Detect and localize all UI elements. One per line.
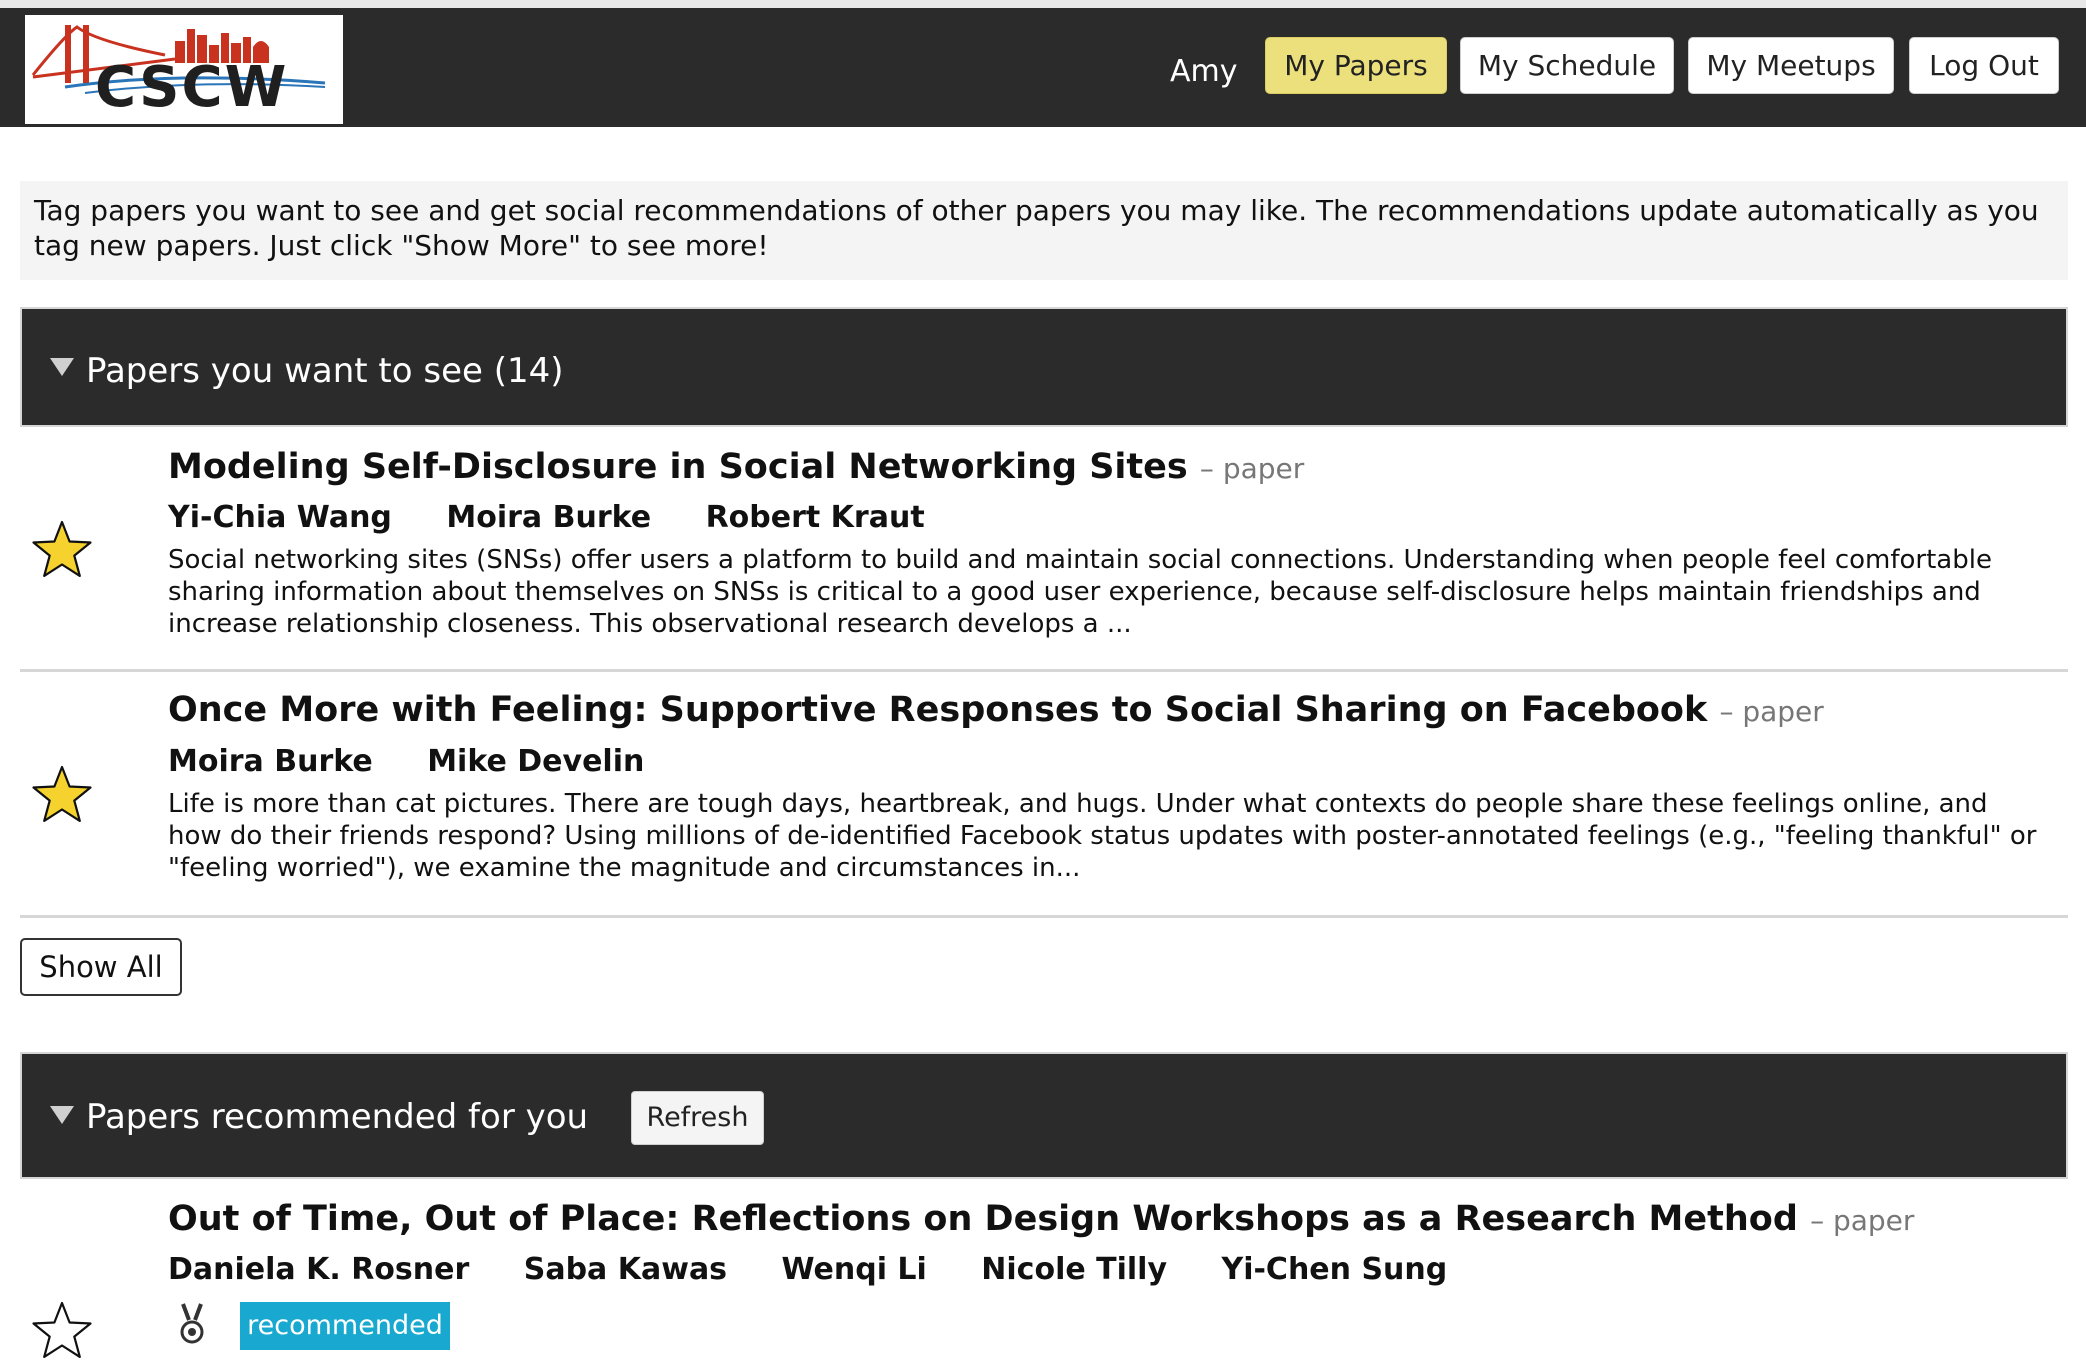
- browser-top-strip: [0, 0, 2086, 8]
- want-to-see-section-header[interactable]: Papers you want to see (14): [20, 307, 2068, 427]
- cscw-logo[interactable]: CSCW: [25, 15, 343, 124]
- author-name[interactable]: Mike Develin: [427, 742, 644, 782]
- author-name[interactable]: Robert Kraut: [706, 498, 925, 538]
- author-name[interactable]: Yi-Chen Sung: [1221, 1250, 1447, 1290]
- logo-text: CSCW: [95, 55, 289, 120]
- author-name[interactable]: Moira Burke: [168, 742, 373, 782]
- current-user-name[interactable]: Amy: [1170, 48, 1250, 96]
- author-name[interactable]: Daniela K. Rosner: [168, 1250, 469, 1290]
- star-outline-icon[interactable]: [30, 1299, 94, 1363]
- triangle-down-icon[interactable]: [50, 1106, 74, 1124]
- recommended-badge: recommended: [240, 1302, 450, 1350]
- site-header: CSCW Amy My Papers My Schedule My Meetup…: [0, 8, 2086, 127]
- paper-title-text[interactable]: Modeling Self-Disclosure in Social Netwo…: [168, 447, 1188, 487]
- paper-title[interactable]: Modeling Self-Disclosure in Social Netwo…: [168, 445, 1304, 491]
- author-name[interactable]: Wenqi Li: [782, 1250, 927, 1290]
- paper-abstract: Life is more than cat pictures. There ar…: [168, 789, 2037, 883]
- recommended-section-header[interactable]: Papers recommended for you Refresh: [20, 1052, 2068, 1179]
- paper-type-label: – paper: [1199, 452, 1305, 485]
- paper-card: Modeling Self-Disclosure in Social Netwo…: [20, 430, 2068, 672]
- nav-my-papers-button[interactable]: My Papers: [1265, 37, 1447, 94]
- star-filled-icon[interactable]: [30, 518, 94, 582]
- paper-title[interactable]: Once More with Feeling: Supportive Respo…: [168, 688, 1824, 734]
- paper-title[interactable]: Out of Time, Out of Place: Reflections o…: [168, 1197, 1914, 1243]
- author-list: Yi-Chia Wang Moira Burke Robert Kraut: [168, 498, 969, 538]
- nav-log-out-button[interactable]: Log Out: [1909, 37, 2059, 94]
- nav-my-schedule-button[interactable]: My Schedule: [1460, 37, 1674, 94]
- author-list: Daniela K. Rosner Saba Kawas Wenqi Li Ni…: [168, 1250, 1491, 1290]
- medal-icon: [180, 1303, 204, 1344]
- paper-title-text[interactable]: Once More with Feeling: Supportive Respo…: [168, 690, 1707, 730]
- paper-card: Once More with Feeling: Supportive Respo…: [20, 675, 2068, 918]
- recommended-section-title: Papers recommended for you: [86, 1097, 589, 1137]
- paper-abstract: Social networking sites (SNSs) offer use…: [168, 545, 1992, 639]
- author-name[interactable]: Yi-Chia Wang: [168, 498, 392, 538]
- star-filled-icon[interactable]: [30, 763, 94, 827]
- author-name[interactable]: Nicole Tilly: [981, 1250, 1167, 1290]
- nav-my-meetups-button[interactable]: My Meetups: [1688, 37, 1894, 94]
- show-all-button[interactable]: Show All: [20, 938, 182, 996]
- triangle-down-icon[interactable]: [50, 358, 74, 376]
- want-to-see-section-title: Papers you want to see (14): [86, 351, 564, 391]
- author-list: Moira Burke Mike Develin: [168, 742, 688, 782]
- paper-title-text[interactable]: Out of Time, Out of Place: Reflections o…: [168, 1199, 1798, 1239]
- intro-message: Tag papers you want to see and get socia…: [20, 181, 2068, 280]
- author-name[interactable]: Saba Kawas: [524, 1250, 727, 1290]
- paper-type-label: – paper: [1719, 695, 1824, 728]
- paper-type-label: – paper: [1810, 1204, 1915, 1237]
- refresh-button[interactable]: Refresh: [631, 1091, 764, 1145]
- author-name[interactable]: Moira Burke: [446, 498, 651, 538]
